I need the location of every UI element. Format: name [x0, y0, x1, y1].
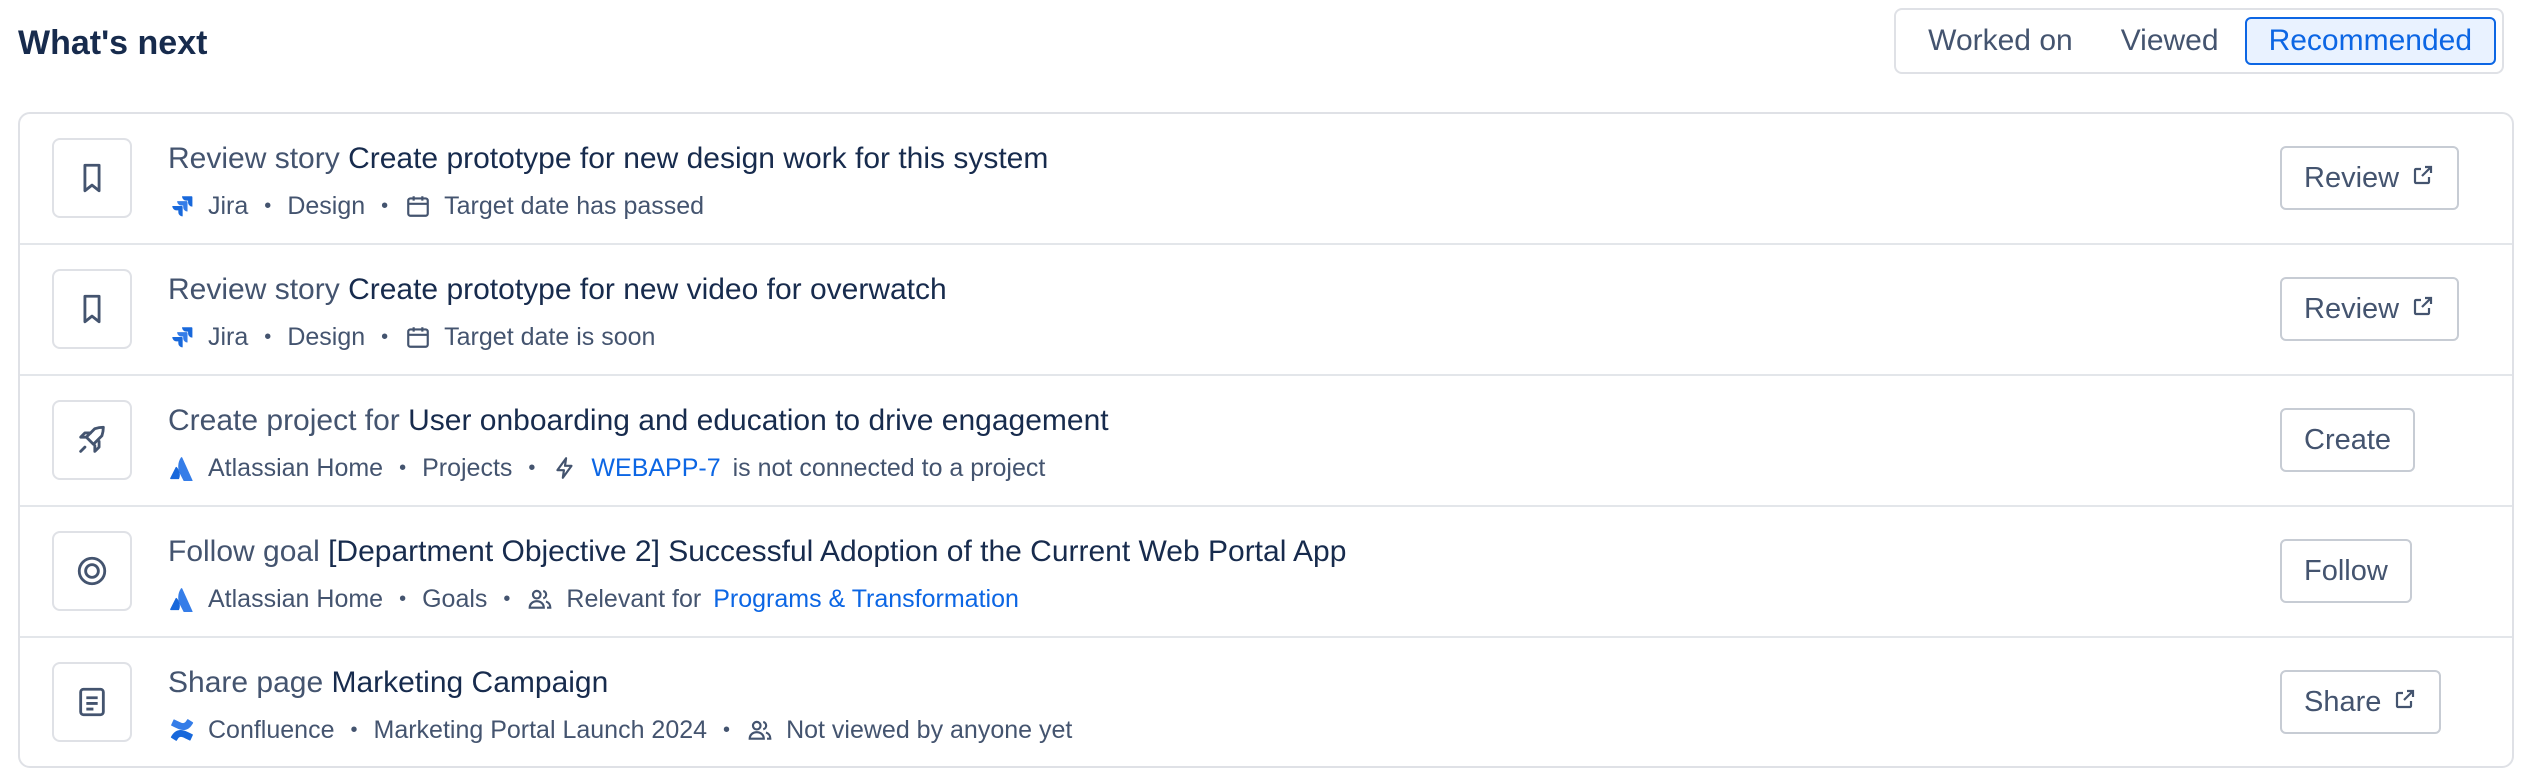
create-button[interactable]: Create	[2280, 408, 2416, 472]
item-title[interactable]: Create project for User onboarding and e…	[168, 404, 1109, 438]
recommendations-list: Review story Create prototype for new de…	[18, 112, 2514, 768]
item-detail: Not viewed by anyone yet	[786, 715, 1073, 744]
item-title[interactable]: Review story Create prototype for new de…	[168, 142, 1048, 176]
list-item: Share page Marketing Campaign Confluence…	[20, 638, 2512, 766]
list-item: Review story Create prototype for new vi…	[20, 245, 2512, 376]
page-title: What's next	[18, 24, 208, 62]
review-button[interactable]: Review	[2280, 277, 2460, 341]
item-source: Jira	[208, 322, 249, 351]
bookmark-icon	[52, 269, 132, 349]
bookmark-icon	[52, 138, 132, 218]
item-category: Goals	[422, 584, 488, 613]
item-category: Design	[287, 191, 366, 220]
team-link[interactable]: Programs & Transformation	[713, 585, 1019, 614]
item-title[interactable]: Follow goal [Department Objective 2] Suc…	[168, 535, 1346, 569]
people-icon	[746, 716, 774, 744]
item-meta: Atlassian Home • Goals • Relevant for Pr…	[168, 579, 1019, 619]
calendar-icon	[404, 192, 432, 220]
item-verb: Share page	[168, 666, 324, 699]
item-object: Create prototype for new video for overw…	[348, 273, 947, 306]
item-verb: Review story	[168, 273, 340, 306]
list-item: Create project for User onboarding and e…	[20, 376, 2512, 507]
lightning-icon	[551, 454, 579, 482]
item-object: Marketing Campaign	[331, 666, 609, 699]
item-source: Atlassian Home	[208, 584, 384, 613]
item-title[interactable]: Share page Marketing Campaign	[168, 666, 608, 700]
item-meta: Atlassian Home • Projects • WEBAPP-7 is …	[168, 448, 1045, 488]
item-object: User onboarding and education to drive e…	[408, 404, 1109, 437]
list-item: Review story Create prototype for new de…	[20, 114, 2512, 245]
tab-recommended[interactable]: Recommended	[2244, 17, 2496, 65]
external-link-icon	[2411, 293, 2435, 326]
jira-icon	[168, 323, 196, 351]
item-object: Create prototype for new design work for…	[348, 142, 1049, 175]
view-switcher: Worked on Viewed Recommended	[1894, 8, 2504, 74]
confluence-icon	[168, 716, 196, 744]
external-link-icon	[2411, 162, 2435, 195]
review-button[interactable]: Review	[2280, 146, 2460, 210]
page-icon	[52, 662, 132, 742]
item-source: Confluence	[208, 715, 335, 744]
item-source: Atlassian Home	[208, 453, 384, 482]
item-category: Marketing Portal Launch 2024	[373, 715, 708, 744]
item-detail-prefix: Relevant for	[566, 584, 702, 613]
item-category: Projects	[422, 453, 513, 482]
tab-worked-on[interactable]: Worked on	[1906, 17, 2095, 65]
rocket-icon	[52, 400, 132, 480]
item-meta: Confluence • Marketing Portal Launch 202…	[168, 710, 1072, 750]
jira-icon	[168, 192, 196, 220]
item-detail: Target date has passed	[444, 191, 705, 220]
item-meta: Jira • Design • Target date has passed	[168, 186, 704, 226]
item-detail: Target date is soon	[444, 322, 656, 351]
item-source: Jira	[208, 191, 249, 220]
item-verb: Follow goal	[168, 535, 320, 568]
atlassian-icon	[168, 585, 196, 613]
target-icon	[52, 531, 132, 611]
item-verb: Create project for	[168, 404, 400, 437]
item-title[interactable]: Review story Create prototype for new vi…	[168, 273, 947, 307]
follow-button[interactable]: Follow	[2280, 539, 2412, 603]
list-item: Follow goal [Department Objective 2] Suc…	[20, 507, 2512, 638]
item-detail: is not connected to a project	[732, 453, 1046, 482]
atlassian-icon	[168, 454, 196, 482]
item-verb: Review story	[168, 142, 340, 175]
item-category: Design	[287, 322, 366, 351]
tab-viewed[interactable]: Viewed	[2099, 17, 2241, 65]
whats-next-header: What's next Worked on Viewed Recommended	[18, 8, 2504, 74]
item-object: [Department Objective 2] Successful Adop…	[328, 535, 1347, 568]
share-button[interactable]: Share	[2280, 670, 2442, 734]
item-meta: Jira • Design • Target date is soon	[168, 317, 655, 357]
people-icon	[526, 585, 554, 613]
calendar-icon	[404, 323, 432, 351]
work-item-link[interactable]: WEBAPP-7	[591, 454, 720, 483]
external-link-icon	[2393, 686, 2417, 719]
